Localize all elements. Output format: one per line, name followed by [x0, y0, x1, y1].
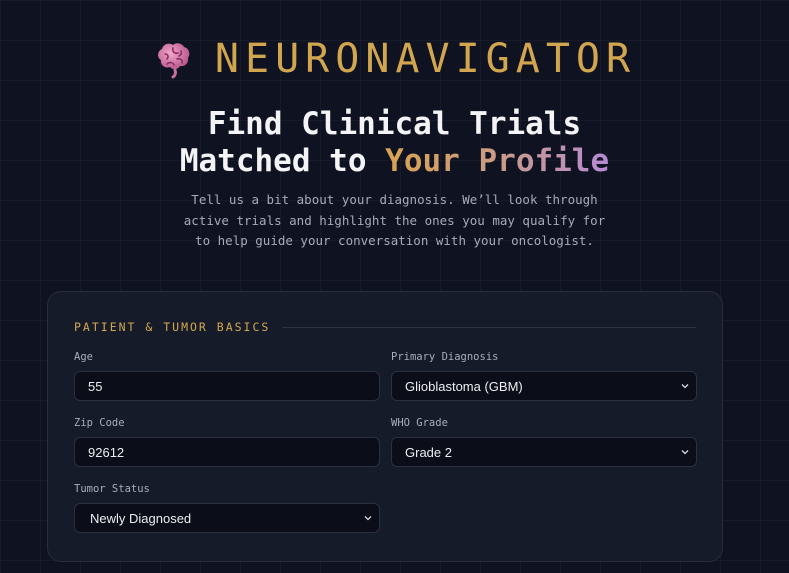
tumor-status-select[interactable]: Newly Diagnosed [74, 503, 380, 533]
chevron-down-icon [681, 384, 689, 389]
zip-code-input[interactable]: 92612 [74, 437, 380, 467]
tumor-status-label: Tumor Status [74, 483, 150, 495]
headline-highlight: Your Profile [385, 143, 610, 179]
who-grade-select[interactable]: Grade 2 [391, 437, 697, 467]
section-header: PATIENT & TUMOR BASICS [74, 320, 696, 334]
subtitle-line: to help guide your conversation with you… [195, 233, 594, 248]
who-grade-label: WHO Grade [391, 417, 448, 429]
section-title: PATIENT & TUMOR BASICS [74, 320, 271, 334]
brand-name: NEURONAVIGATOR [214, 36, 637, 82]
page-subtitle: Tell us a bit about your diagnosis. We’l… [0, 190, 789, 252]
primary-diagnosis-value: Glioblastoma (GBM) [405, 378, 523, 394]
patient-form-card: PATIENT & TUMOR BASICS Age 55 Primary Di… [47, 291, 723, 562]
primary-diagnosis-select[interactable]: Glioblastoma (GBM) [391, 371, 697, 401]
who-grade-value: Grade 2 [405, 444, 452, 460]
zip-code-label: Zip Code [74, 417, 125, 429]
page-headline: Find Clinical Trials Matched to Your Pro… [0, 106, 789, 180]
brand-header: NEURONAVIGATOR [0, 36, 789, 82]
tumor-status-value: Newly Diagnosed [90, 510, 192, 526]
section-divider [282, 326, 696, 328]
age-input[interactable]: 55 [74, 371, 380, 401]
age-label: Age [74, 351, 93, 363]
chevron-down-icon [681, 450, 689, 455]
brain-icon [158, 43, 190, 79]
headline-line-1: Find Clinical Trials [207, 106, 582, 142]
chevron-down-icon [364, 516, 372, 521]
subtitle-line: Tell us a bit about your diagnosis. We’l… [191, 192, 598, 207]
subtitle-line: active trials and highlight the ones you… [183, 212, 606, 228]
primary-diagnosis-label: Primary Diagnosis [391, 351, 499, 363]
headline-line-2: Matched to Your Profile [0, 143, 789, 180]
headline-plain: Matched to [179, 143, 386, 179]
